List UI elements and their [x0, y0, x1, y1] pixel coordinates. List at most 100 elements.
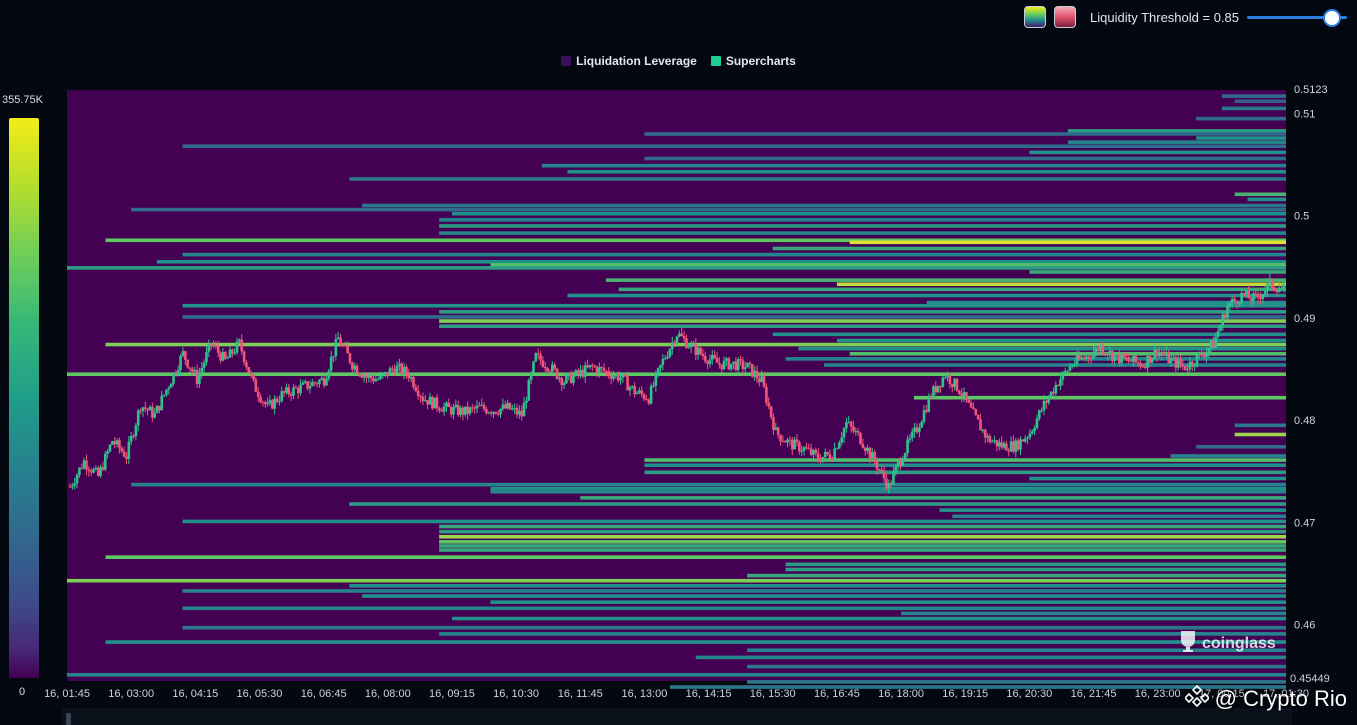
candle-body: [1080, 358, 1083, 360]
liquidity-band: [439, 548, 1286, 552]
liquidity-band: [747, 664, 1286, 669]
candle-body: [739, 359, 742, 361]
candle-body: [1200, 353, 1203, 356]
liquidity-band: [490, 489, 1286, 494]
candle-body: [489, 412, 493, 414]
y-tick-label: 0.51: [1294, 109, 1315, 121]
navigator-handle[interactable]: [66, 713, 71, 725]
candle-body: [400, 363, 404, 374]
candle-body: [753, 370, 756, 377]
x-tick-label: 16, 10:30: [493, 688, 539, 700]
candle-body: [1155, 349, 1159, 357]
candle-body: [1245, 290, 1248, 296]
candle-body: [1082, 358, 1086, 360]
candle-body: [433, 397, 436, 409]
liquidity-band: [67, 578, 1286, 583]
candle-body: [405, 366, 408, 375]
candle-body: [383, 372, 387, 375]
liquidity-band: [131, 482, 1286, 487]
candle-body: [485, 408, 488, 414]
candle-body: [913, 427, 916, 432]
candle-body: [859, 432, 862, 444]
liquidity-band: [849, 240, 1286, 245]
candle-body: [111, 441, 114, 445]
liquidity-band: [824, 363, 1286, 367]
candle-body: [774, 427, 778, 430]
candle-body: [720, 364, 724, 370]
candle-body: [1172, 357, 1175, 359]
candle-body: [1141, 366, 1145, 368]
candle-body: [334, 339, 338, 357]
liquidity-band: [1247, 197, 1286, 202]
liquidity-band: [1234, 192, 1286, 197]
candle-body: [965, 392, 968, 400]
candle-body: [988, 436, 992, 443]
candle-body: [1268, 278, 1272, 284]
candle-body: [866, 447, 869, 451]
liquidity-band: [1029, 150, 1286, 155]
candle-body: [202, 362, 206, 368]
candle-body: [198, 373, 201, 384]
candle-body: [807, 448, 811, 450]
candle-body: [1183, 365, 1187, 370]
candle-body: [181, 351, 185, 356]
candle-body: [129, 435, 133, 442]
candle-body: [134, 425, 138, 437]
liquidity-band: [644, 470, 1286, 475]
candle-body: [518, 410, 521, 415]
candle-body: [1129, 361, 1133, 363]
candle-body: [1026, 437, 1029, 439]
candle-body: [249, 372, 253, 375]
candle-body: [191, 368, 194, 372]
candle-body: [920, 421, 923, 428]
candle-body: [99, 467, 102, 476]
candle-body: [1134, 355, 1138, 363]
liquidation-heatmap-chart[interactable]: 0.460.470.480.490.50.510.51230.4544916, …: [0, 0, 1357, 705]
candle-body: [722, 360, 726, 370]
candle-body: [1219, 325, 1222, 331]
candle-body: [398, 363, 401, 366]
candle-body: [823, 451, 827, 457]
candle-body: [1146, 356, 1149, 368]
candle-body: [605, 371, 608, 373]
candle-body: [586, 365, 589, 368]
candle-body: [459, 407, 462, 415]
candle-body: [776, 427, 780, 435]
candle-body: [670, 342, 674, 349]
candle-body: [1002, 443, 1006, 448]
candle-body: [141, 407, 145, 411]
candle-body: [1014, 440, 1018, 452]
candle-body: [151, 406, 154, 418]
candle-body: [765, 386, 768, 403]
candle-body: [1056, 385, 1060, 387]
candle-body: [454, 404, 458, 408]
candle-body: [849, 421, 853, 427]
candle-body: [748, 362, 752, 365]
candle-body: [1038, 410, 1041, 419]
time-navigator[interactable]: [62, 708, 1292, 725]
candle-body: [263, 402, 267, 405]
candle-body: [351, 362, 354, 370]
candle-body: [522, 402, 526, 417]
candle-body: [506, 402, 509, 409]
liquidity-band: [451, 616, 1286, 621]
candle-body: [816, 453, 820, 460]
candle-body: [840, 437, 843, 443]
candle-body: [626, 376, 629, 391]
coinglass-watermark: coinglass: [1178, 629, 1276, 658]
candle-body: [703, 356, 707, 362]
candle-body: [231, 349, 234, 354]
candle-body: [223, 351, 227, 359]
candle-body: [1223, 314, 1227, 318]
x-tick-label: 16, 06:45: [301, 688, 347, 700]
candle-body: [494, 411, 498, 414]
candle-body: [1103, 353, 1107, 355]
candle-body: [461, 407, 465, 415]
candle-body: [71, 485, 74, 487]
liquidity-band: [349, 584, 1286, 588]
y-tick-label: 0.48: [1294, 415, 1315, 427]
candle-body: [591, 365, 594, 367]
candle-body: [666, 356, 669, 359]
candle-body: [1000, 442, 1003, 448]
candle-body: [511, 408, 514, 410]
